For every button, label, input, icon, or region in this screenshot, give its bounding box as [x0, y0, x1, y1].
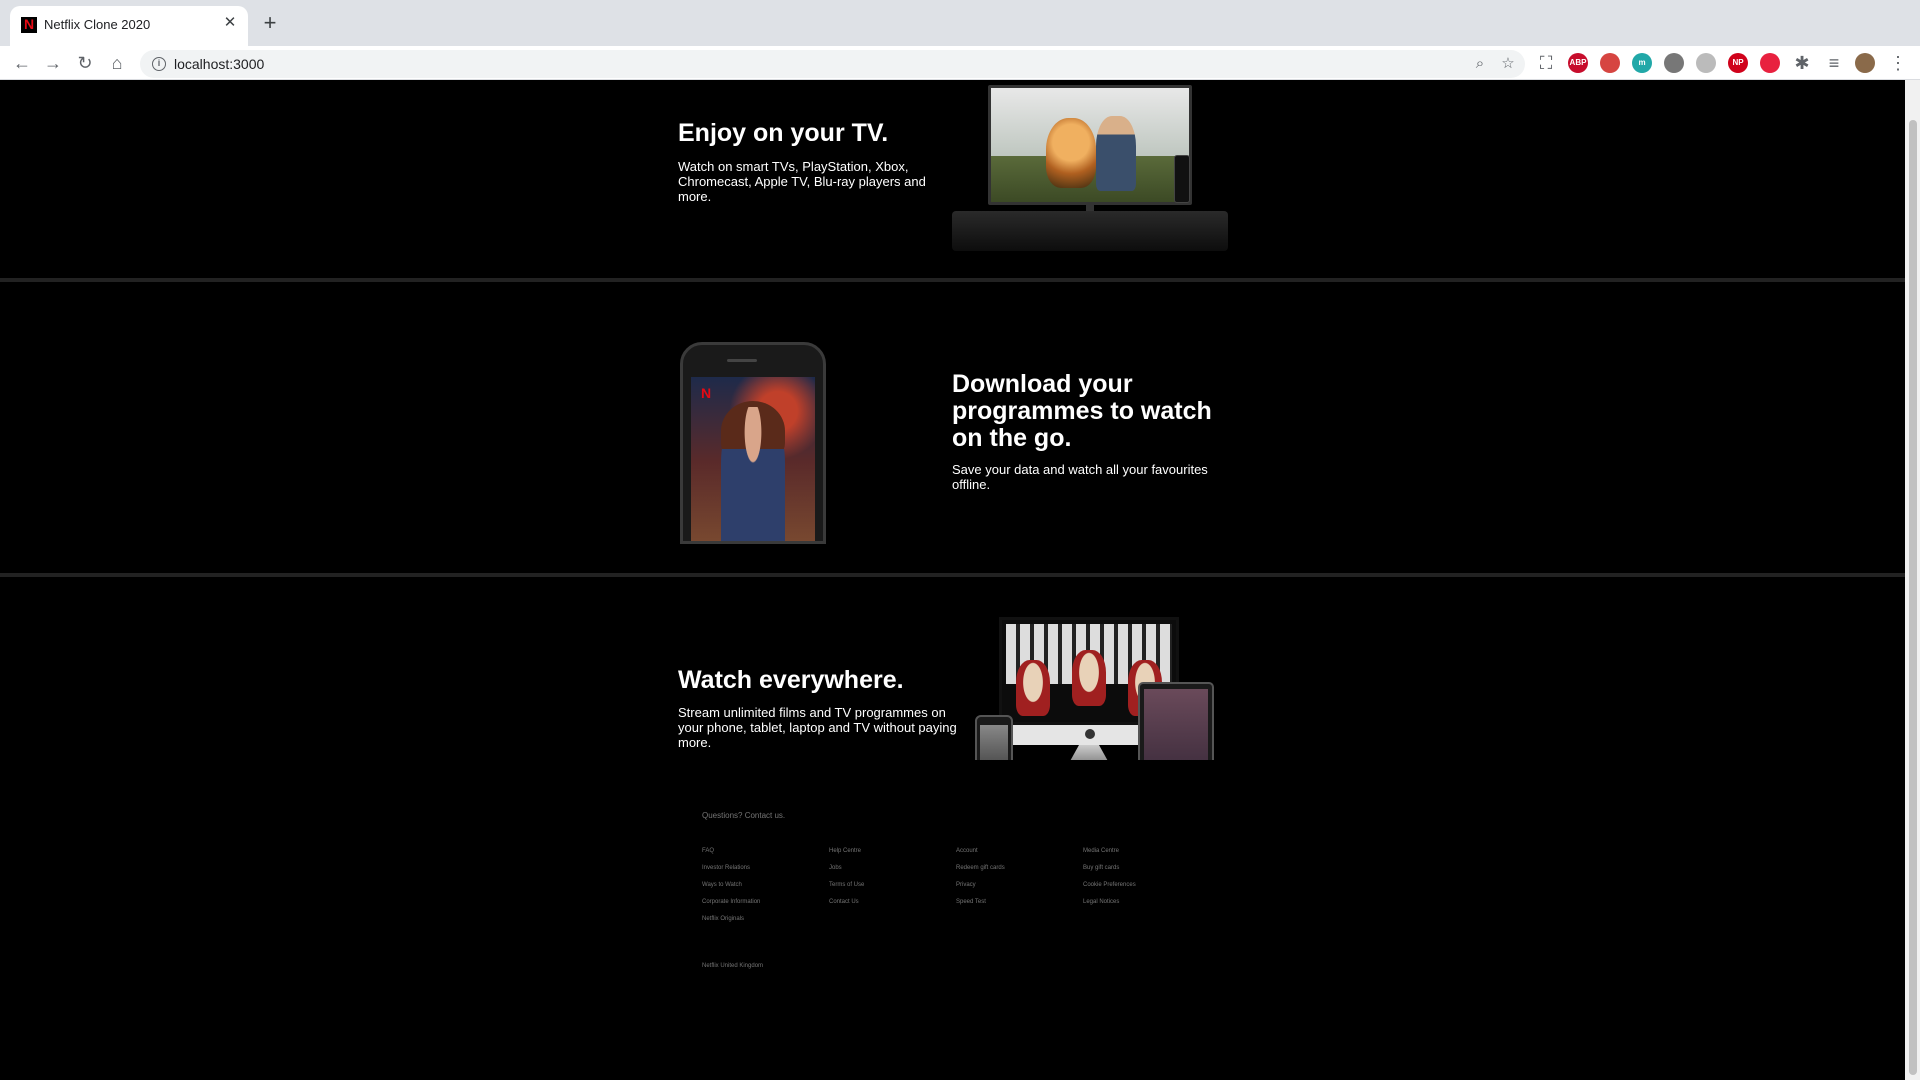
footer-column: FAQ Investor Relations Ways to Watch Cor…	[702, 847, 760, 932]
browser-tab[interactable]: Netflix Clone 2020 ✕	[10, 6, 248, 46]
footer-link[interactable]: Help Centre	[829, 847, 864, 864]
footer-link[interactable]: Media Centre	[1083, 847, 1136, 864]
footer-link[interactable]: Investor Relations	[702, 864, 760, 881]
story-text: Save your data and watch all your favour…	[952, 462, 1208, 492]
browser-menu-icon[interactable]: ⋮	[1886, 51, 1910, 75]
tab-strip: Netflix Clone 2020 ✕ +	[0, 0, 1920, 46]
story-title: Enjoy on your TV.	[678, 119, 889, 147]
footer-column: Account Redeem gift cards Privacy Speed …	[956, 847, 1005, 915]
footer-link[interactable]: Speed Test	[956, 898, 1005, 915]
reload-icon[interactable]: ↻	[73, 51, 97, 75]
home-icon[interactable]: ⌂	[105, 51, 129, 75]
footer: Questions? Contact us. FAQ Investor Rela…	[0, 760, 1905, 1080]
tab-title: Netflix Clone 2020	[44, 17, 151, 32]
screen-capture-icon[interactable]: ⛶	[1534, 51, 1558, 75]
story-download: N Download your programmes to watch on t…	[0, 282, 1905, 577]
tv-image	[952, 85, 1228, 255]
scrollbar-thumb[interactable]	[1909, 120, 1917, 1075]
netflix-favicon-icon	[21, 16, 37, 33]
footer-link[interactable]: Jobs	[829, 864, 864, 881]
url-text[interactable]: localhost:3000	[174, 56, 264, 72]
address-bar[interactable]: i localhost:3000 ⌕ ☆	[140, 50, 1525, 78]
story-text: Watch on smart TVs, PlayStation, Xbox, C…	[678, 159, 926, 204]
footer-link[interactable]: Terms of Use	[829, 881, 864, 898]
browser-extension-icon[interactable]	[1760, 53, 1780, 73]
back-arrow-icon[interactable]: ←	[10, 51, 34, 75]
new-tab-button[interactable]: +	[258, 12, 282, 36]
footer-link[interactable]: Corporate Information	[702, 898, 760, 915]
story-title: Download your programmes to watch on the…	[952, 370, 1212, 452]
browser-extension-icon[interactable]: NP	[1728, 53, 1748, 73]
zoom-icon[interactable]: ⌕	[1470, 54, 1490, 74]
browser-extension-icon[interactable]	[1600, 53, 1620, 73]
tab-close-icon[interactable]: ✕	[220, 13, 240, 33]
footer-contact-link[interactable]: Questions? Contact us.	[702, 811, 785, 820]
netflix-logo: N	[701, 385, 712, 401]
site-info-icon[interactable]: i	[152, 57, 166, 71]
browser-toolbar: ← → ↻ ⌂ i localhost:3000 ⌕ ☆ ⛶ ABP m NP ✱ …	[0, 46, 1920, 80]
bookmark-star-icon[interactable]: ☆	[1498, 54, 1518, 74]
profile-avatar[interactable]	[1855, 53, 1875, 73]
story-text: Stream unlimited films and TV programmes…	[678, 705, 957, 750]
story-title: Watch everywhere.	[678, 666, 904, 694]
footer-link[interactable]: Account	[956, 847, 1005, 864]
story-tv: Enjoy on your TV. Watch on smart TVs, Pl…	[0, 80, 1905, 282]
footer-link[interactable]: Contact Us	[829, 898, 864, 915]
browser-extension-icon[interactable]: ABP	[1568, 53, 1588, 73]
footer-link[interactable]: Ways to Watch	[702, 881, 760, 898]
reading-list-icon[interactable]: ≡	[1822, 51, 1846, 75]
footer-country: Netflix United Kingdom	[702, 963, 764, 969]
phone-image: N	[680, 342, 826, 544]
browser-extension-icon[interactable]: m	[1632, 53, 1652, 73]
footer-column: Media Centre Buy gift cards Cookie Prefe…	[1083, 847, 1136, 915]
extensions-puzzle-icon[interactable]: ✱	[1790, 51, 1814, 75]
browser-extension-icon[interactable]	[1696, 53, 1716, 73]
footer-link[interactable]: Privacy	[956, 881, 1005, 898]
footer-link[interactable]: Cookie Preferences	[1083, 881, 1136, 898]
footer-link[interactable]: Legal Notices	[1083, 898, 1136, 915]
footer-column: Help Centre Jobs Terms of Use Contact Us	[829, 847, 864, 915]
footer-link[interactable]: Buy gift cards	[1083, 864, 1136, 881]
page-scrollbar[interactable]	[1905, 80, 1920, 1080]
browser-extension-icon[interactable]	[1664, 53, 1684, 73]
footer-link[interactable]: FAQ	[702, 847, 760, 864]
footer-link[interactable]: Redeem gift cards	[956, 864, 1005, 881]
forward-arrow-icon[interactable]: →	[41, 51, 65, 75]
footer-link[interactable]: Netflix Originals	[702, 915, 760, 932]
